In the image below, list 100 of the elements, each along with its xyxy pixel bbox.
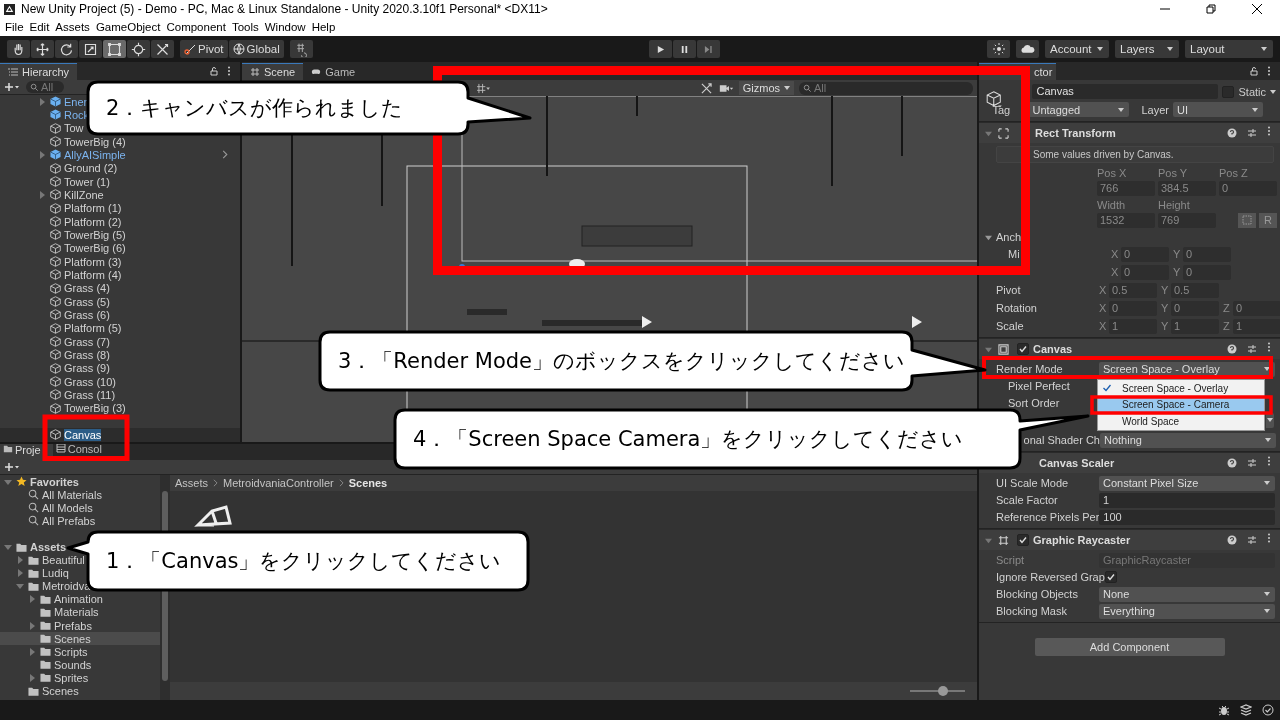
menu-item[interactable]: Tools <box>228 21 262 33</box>
more-icon[interactable] <box>227 66 231 76</box>
menu-item[interactable]: Help <box>308 21 339 33</box>
expand-arrow-icon[interactable] <box>38 97 46 106</box>
number-field[interactable]: 0 <box>1233 300 1280 316</box>
number-field[interactable]: 1 <box>1171 318 1219 334</box>
more-icon[interactable] <box>1267 126 1271 136</box>
menu-item[interactable]: Assets <box>52 21 93 33</box>
dropdown-field[interactable]: None <box>1099 586 1275 602</box>
hierarchy-item[interactable]: Grass (6) <box>64 308 110 321</box>
restore-icon[interactable] <box>1206 4 1216 14</box>
enable-checkbox[interactable] <box>1017 343 1029 355</box>
expand-arrow-icon[interactable] <box>16 569 24 578</box>
hierarchy-item[interactable]: Tower (1) <box>64 175 110 188</box>
project-tree-item[interactable]: Prefabs <box>54 619 92 632</box>
number-field[interactable]: 0.5 <box>1171 282 1219 298</box>
close-icon[interactable] <box>1252 4 1262 14</box>
expand-arrow-icon[interactable] <box>16 582 24 591</box>
help-icon[interactable] <box>1227 128 1237 138</box>
hierarchy-item[interactable]: Grass (7) <box>64 335 110 348</box>
project-tree-item[interactable]: Sprites <box>54 671 89 684</box>
more-icon[interactable] <box>1267 456 1271 466</box>
blueprint-button[interactable] <box>1238 212 1256 228</box>
expand-arrow-icon[interactable] <box>38 150 46 159</box>
number-field[interactable]: 0 <box>1121 264 1169 280</box>
number-field[interactable]: 0 <box>1171 300 1219 316</box>
number-field[interactable]: 1 <box>1099 492 1275 508</box>
hierarchy-item[interactable]: TowerBig (4) <box>64 135 126 148</box>
help-icon[interactable] <box>1227 535 1237 545</box>
settings-icon[interactable] <box>1247 535 1257 545</box>
expand-arrow-icon[interactable] <box>28 595 36 604</box>
collapse-arrow-icon[interactable] <box>985 345 992 353</box>
collapse-arrow-icon[interactable] <box>985 129 992 137</box>
scale-tool-button[interactable] <box>79 40 102 58</box>
hierarchy-item[interactable]: Platform (1) <box>64 202 122 215</box>
settings-icon[interactable] <box>1247 344 1257 354</box>
collapse-arrow-icon[interactable] <box>985 536 992 544</box>
expand-arrow-icon[interactable] <box>28 621 36 630</box>
project-tree-item[interactable]: All Prefabs <box>42 514 96 527</box>
hierarchy-item[interactable]: Grass (11) <box>64 388 116 401</box>
number-field[interactable]: 100 <box>1099 509 1276 525</box>
number-field[interactable]: 1532 <box>1097 212 1155 228</box>
number-field[interactable]: 1 <box>1109 318 1157 334</box>
scene-asset-icon[interactable] <box>194 505 234 527</box>
hierarchy-item[interactable]: Ener <box>64 95 88 108</box>
number-field[interactable]: 1 <box>1233 318 1280 334</box>
menu-item[interactable]: File <box>2 21 27 33</box>
hierarchy-item[interactable]: Platform (2) <box>64 215 122 228</box>
project-tree-item[interactable]: Scenes <box>42 685 79 698</box>
help-icon[interactable] <box>1227 344 1237 354</box>
hand-tool-button[interactable] <box>7 40 30 58</box>
number-field[interactable]: 0 <box>1219 180 1277 196</box>
hierarchy-item[interactable]: Grass (5) <box>64 295 110 308</box>
console-tab[interactable]: Consol <box>52 444 114 460</box>
expand-arrow-icon[interactable] <box>16 556 24 565</box>
hierarchy-item[interactable]: TowerBig (6) <box>64 242 126 255</box>
more-icon[interactable] <box>1267 533 1271 543</box>
number-field[interactable]: 0 <box>1183 246 1231 262</box>
project-tree-item[interactable]: Scripts <box>54 645 88 658</box>
breadcrumb-item[interactable]: MetroidvaniaController <box>223 477 334 489</box>
number-field[interactable]: 0 <box>1109 300 1157 316</box>
stack-icon[interactable] <box>1240 704 1252 716</box>
hierarchy-item[interactable]: KillZone <box>64 188 104 201</box>
hierarchy-item[interactable]: Grass (9) <box>64 362 110 375</box>
hierarchy-tab[interactable]: Hierarchy <box>0 63 78 80</box>
grid-icon[interactable] <box>476 82 491 94</box>
icon-size-slider[interactable] <box>910 686 965 696</box>
tag-dropdown[interactable]: Untagged <box>1028 102 1130 117</box>
project-tree-item[interactable]: Sounds <box>54 658 92 671</box>
project-tree-item[interactable]: Beautiful <box>42 554 85 567</box>
project-tab[interactable]: Proje <box>0 444 53 460</box>
project-tree-item[interactable]: Favorites <box>30 475 79 488</box>
more-icon[interactable] <box>1267 66 1271 76</box>
expand-arrow-icon[interactable] <box>28 647 36 656</box>
project-tree-item[interactable]: All Models <box>42 501 93 514</box>
number-field[interactable]: 766 <box>1097 180 1155 196</box>
breadcrumb-item[interactable]: Assets <box>175 477 208 489</box>
layout-dropdown[interactable]: Layout <box>1185 40 1273 58</box>
project-tree-item[interactable]: Materials <box>54 606 99 619</box>
layers-dropdown[interactable]: Layers <box>1115 40 1179 58</box>
enable-checkbox[interactable] <box>1017 534 1029 546</box>
menu-item[interactable]: Edit <box>26 21 53 33</box>
hierarchy-item[interactable]: Platform (4) <box>64 268 122 281</box>
lock-icon[interactable] <box>1249 66 1259 76</box>
hierarchy-item[interactable]: Platform (3) <box>64 255 122 268</box>
project-tree-item[interactable]: Metroidva <box>42 580 91 593</box>
dropdown-field[interactable]: Nothing <box>1100 432 1276 448</box>
hierarchy-item[interactable]: Canvas <box>64 428 102 441</box>
play-button[interactable] <box>649 40 673 58</box>
dropdown-option[interactable]: Screen Space - Overlay <box>1098 380 1264 397</box>
hierarchy-item[interactable]: AllyAISimple <box>64 148 126 161</box>
add-button[interactable] <box>4 462 20 472</box>
number-field[interactable]: 769 <box>1158 212 1216 228</box>
number-field[interactable]: 384.5 <box>1158 180 1216 196</box>
pivot-button[interactable]: Pivot <box>180 40 228 58</box>
more-icon[interactable] <box>1267 342 1271 352</box>
global-button[interactable]: Global <box>228 40 284 58</box>
game-tab[interactable]: Game <box>303 63 364 80</box>
layer-dropdown[interactable]: UI <box>1173 102 1263 117</box>
project-tree-item[interactable]: All Materials <box>42 488 102 501</box>
